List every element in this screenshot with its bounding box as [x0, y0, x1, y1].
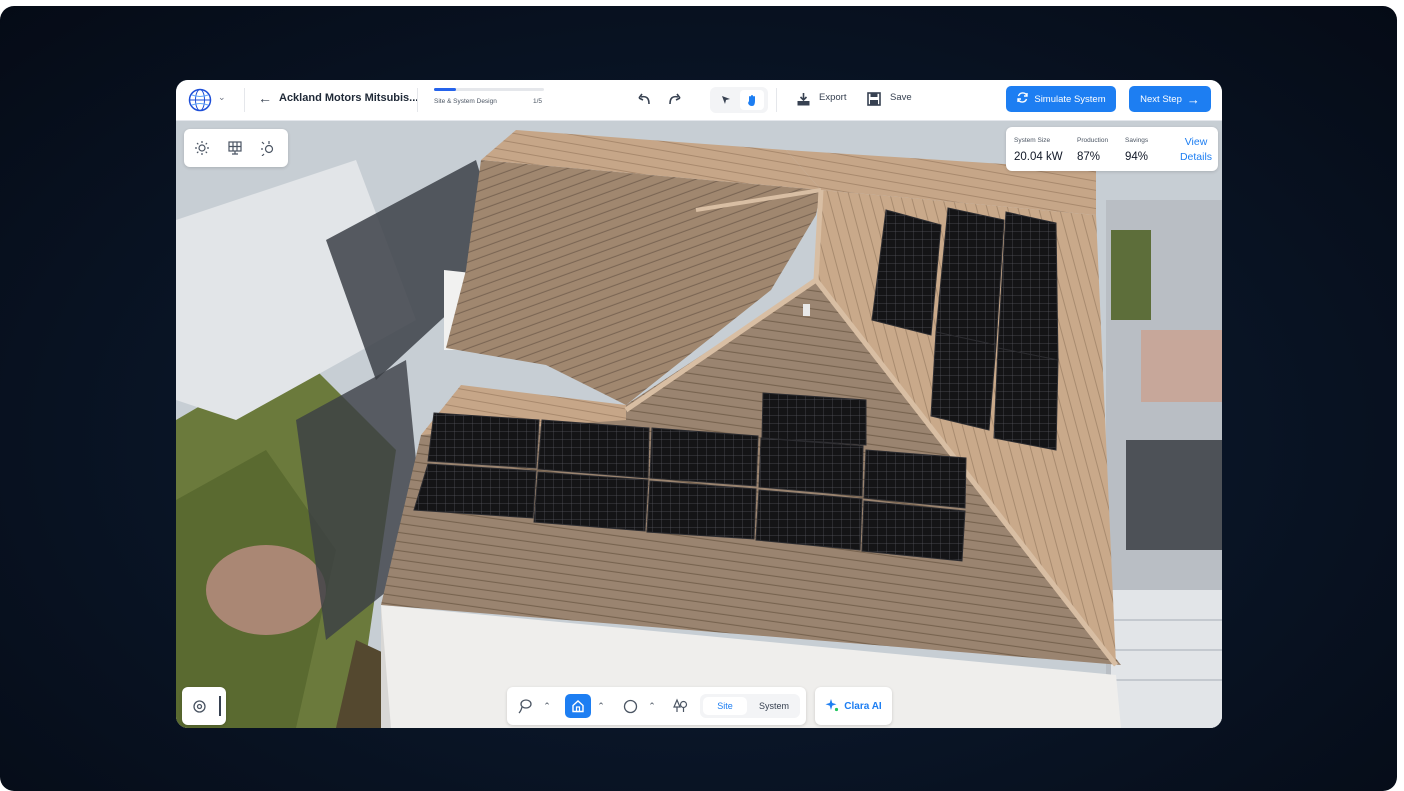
circle-icon[interactable]: [620, 687, 640, 725]
next-label: Next Step: [1140, 93, 1182, 105]
step-progress-bar: [434, 88, 544, 91]
save-button[interactable]: Save: [890, 92, 912, 103]
trees-icon[interactable]: [670, 687, 690, 725]
production-value: 87%: [1077, 151, 1101, 163]
undo-icon[interactable]: [635, 90, 655, 110]
system-stats-panel: System Size 20.04 kW Production 87% Savi…: [1006, 127, 1218, 171]
gear-icon[interactable]: [191, 698, 207, 714]
production-label: Production: [1077, 137, 1109, 144]
export-button[interactable]: Export: [819, 92, 846, 103]
panel-collapse-handle[interactable]: [219, 696, 221, 716]
globe-logo-icon[interactable]: [187, 87, 213, 113]
project-title[interactable]: Ackland Motors Mitsubis...: [279, 92, 418, 104]
cursor-icon[interactable]: [714, 90, 738, 110]
view-details-link[interactable]: View Details: [1176, 135, 1216, 165]
next-step-button[interactable]: Next Step →: [1129, 86, 1211, 112]
solar-panel-icon[interactable]: [225, 138, 245, 158]
clara-ai-label: Clara AI: [844, 700, 882, 712]
chevron-up-icon[interactable]: ⌃: [646, 687, 658, 725]
system-size-value: 20.04 kW: [1014, 151, 1063, 163]
system-mode-button[interactable]: System: [752, 697, 796, 715]
sun-icon[interactable]: [192, 138, 212, 158]
savings-value: 94%: [1125, 151, 1149, 163]
step-count: 1/5: [533, 98, 543, 105]
house-icon[interactable]: [565, 694, 591, 718]
pointer-mode-group: [710, 87, 768, 113]
savings-label: Savings: [1125, 137, 1149, 144]
app-window: ⌄ ← Ackland Motors Mitsubis... Site & Sy…: [176, 80, 1222, 728]
simulate-label: Simulate System: [1034, 93, 1106, 105]
view-tools-panel: [184, 129, 288, 167]
step-progress-fill: [434, 88, 456, 91]
hand-icon[interactable]: [740, 90, 764, 110]
arrow-left-icon[interactable]: ←: [258, 90, 272, 106]
system-size-label: System Size: [1014, 137, 1051, 144]
video-frame: ⌄ ← Ackland Motors Mitsubis... Site & Sy…: [0, 6, 1397, 791]
arrow-right-icon: →: [1186, 91, 1200, 107]
top-toolbar: ⌄ ← Ackland Motors Mitsubis... Site & Sy…: [176, 80, 1222, 121]
floppy-icon[interactable]: [866, 91, 882, 107]
site-mode-button[interactable]: Site: [703, 697, 747, 715]
settings-panel: [182, 687, 226, 725]
download-icon[interactable]: [795, 91, 811, 107]
redo-icon[interactable]: [664, 90, 684, 110]
step-label: Site & System Design: [434, 98, 497, 105]
simulate-system-button[interactable]: Simulate System: [1006, 86, 1116, 112]
clara-ai-button[interactable]: Clara AI: [815, 687, 892, 725]
shade-icon[interactable]: [258, 138, 278, 158]
divider: [417, 88, 418, 112]
chevron-up-icon[interactable]: ⌃: [595, 687, 607, 725]
bottom-toolbar: ⌃ ⌃ ⌃ Site System: [507, 687, 806, 725]
chevron-down-icon[interactable]: ⌄: [218, 92, 226, 103]
lasso-icon[interactable]: [515, 687, 535, 725]
site-system-toggle: Site System: [700, 694, 800, 718]
chevron-up-icon[interactable]: ⌃: [541, 687, 553, 725]
divider: [244, 88, 245, 112]
sparkle-icon: [825, 698, 839, 715]
roof-3d-viewport[interactable]: [176, 120, 1222, 728]
refresh-icon: [1016, 91, 1029, 107]
divider: [776, 88, 777, 112]
